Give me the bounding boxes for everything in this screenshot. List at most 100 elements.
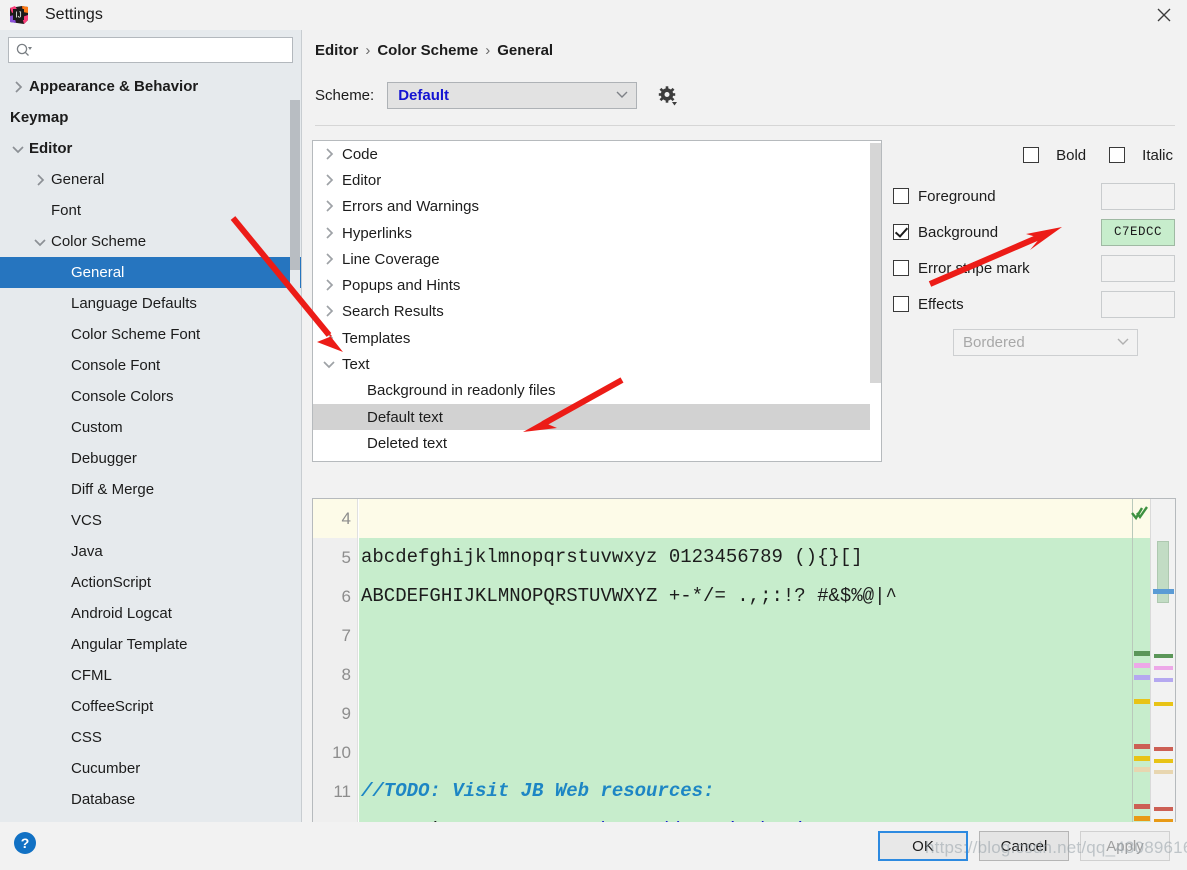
error-stripe-panel[interactable] [1132, 499, 1150, 834]
sidebar-item-language-defaults[interactable]: Language Defaults [0, 288, 301, 319]
sidebar-item-custom[interactable]: Custom [0, 412, 301, 443]
sidebar-item-color-scheme[interactable]: Color Scheme [0, 226, 301, 257]
attribute-item-editor[interactable]: Editor [313, 167, 881, 193]
help-icon[interactable]: ? [14, 832, 36, 854]
inspections-ok-icon[interactable] [1131, 505, 1149, 521]
attribute-item-default-text[interactable]: Default text [313, 403, 881, 431]
sidebar-item-cfml[interactable]: CFML [0, 660, 301, 691]
attribute-item-errors-and-warnings[interactable]: Errors and Warnings [313, 194, 881, 220]
sidebar-item-coffeescript[interactable]: CoffeeScript [0, 691, 301, 722]
attribute-item-hyperlinks[interactable]: Hyperlinks [313, 220, 881, 246]
code-line[interactable]: //TODO: Visit JB Web resources: [359, 772, 1134, 811]
bold-checkbox[interactable] [1023, 147, 1040, 163]
sidebar-item-console-font[interactable]: Console Font [0, 350, 301, 381]
sidebar-item-general[interactable]: General [0, 164, 301, 195]
foreground-checkbox[interactable] [893, 188, 909, 204]
sidebar-item-android-logcat[interactable]: Android Logcat [0, 598, 301, 629]
italic-option[interactable]: Italic [1109, 147, 1173, 164]
cancel-button[interactable]: Cancel [979, 831, 1069, 861]
gear-icon[interactable] [655, 83, 681, 109]
error-stripe-mark-checkbox[interactable] [893, 260, 909, 276]
effects-checkbox[interactable] [893, 296, 909, 312]
stripe-mark[interactable] [1134, 816, 1150, 821]
sidebar-item-css[interactable]: CSS [0, 722, 301, 753]
italic-checkbox[interactable] [1109, 147, 1126, 163]
editor-code-area[interactable]: abcdefghijklmnopqrstuvwxyz 0123456789 ()… [359, 499, 1134, 834]
breadcrumb-part[interactable]: Color Scheme [377, 42, 478, 59]
sidebar-item-label: VCS [71, 512, 102, 529]
attribute-item-templates[interactable]: Templates [313, 325, 881, 351]
sidebar-item-debugger[interactable]: Debugger [0, 443, 301, 474]
ok-button[interactable]: OK [878, 831, 968, 861]
stripe-mark[interactable] [1134, 663, 1150, 668]
code-line[interactable] [359, 694, 1134, 733]
sidebar-item-actionscript[interactable]: ActionScript [0, 567, 301, 598]
stripe-mark[interactable] [1134, 744, 1150, 749]
breadcrumb-part[interactable]: Editor [315, 42, 358, 59]
chevron-right-icon[interactable] [32, 172, 48, 188]
sidebar-item-label: CSS [71, 729, 102, 746]
error-stripe-mark-color-field[interactable] [1101, 254, 1175, 282]
code-line[interactable] [359, 655, 1134, 694]
attribute-item-background-in-readonly-files[interactable]: Background in readonly files [313, 378, 881, 404]
sidebar-item-console-colors[interactable]: Console Colors [0, 381, 301, 412]
sidebar-item-database[interactable]: Database [0, 784, 301, 815]
sidebar-item-appearance-behavior[interactable]: Appearance & Behavior [0, 71, 301, 102]
sidebar-item-cucumber[interactable]: Cucumber [0, 753, 301, 784]
chevron-right-icon[interactable] [321, 146, 338, 163]
chevron-right-icon[interactable] [321, 225, 338, 242]
breadcrumb-part[interactable]: General [497, 42, 553, 59]
color-preview-editor[interactable]: 456789101112 abcdefghijklmnopqrstuvwxyz … [312, 498, 1176, 835]
code-line[interactable]: ABCDEFGHIJKLMNOPQRSTUVWXYZ +-*/= .,;:!? … [359, 577, 1134, 616]
background-checkbox[interactable] [893, 224, 909, 240]
sidebar-item-diff-merge[interactable]: Diff & Merge [0, 474, 301, 505]
effects-type-select[interactable]: Bordered [953, 329, 1138, 356]
attributes-scrollbar-thumb[interactable] [870, 143, 881, 383]
stripe-mark[interactable] [1134, 804, 1150, 809]
stripe-mark[interactable] [1134, 767, 1150, 772]
code-line[interactable] [359, 616, 1134, 655]
stripe-mark[interactable] [1134, 699, 1150, 704]
effects-color-field[interactable] [1101, 290, 1175, 318]
sidebar-item-color-scheme-font[interactable]: Color Scheme Font [0, 319, 301, 350]
bold-option[interactable]: Bold [1023, 147, 1086, 164]
code-line[interactable]: abcdefghijklmnopqrstuvwxyz 0123456789 ()… [359, 538, 1134, 577]
chevron-right-icon[interactable] [321, 277, 338, 294]
stripe-mark[interactable] [1134, 651, 1150, 656]
code-line[interactable] [359, 733, 1134, 772]
sidebar-item-font[interactable]: Font [0, 195, 301, 226]
sidebar-item-editor[interactable]: Editor [0, 133, 301, 164]
attribute-item-line-coverage[interactable]: Line Coverage [313, 246, 881, 272]
chevron-down-icon[interactable] [32, 234, 48, 250]
sidebar-item-java[interactable]: Java [0, 536, 301, 567]
sidebar-item-vcs[interactable]: VCS [0, 505, 301, 536]
attribute-item-text[interactable]: Text [313, 351, 881, 377]
stripe-mark[interactable] [1134, 756, 1150, 761]
sidebar-item-angular-template[interactable]: Angular Template [0, 629, 301, 660]
stripe-mark[interactable] [1134, 675, 1150, 680]
close-icon[interactable] [1141, 0, 1187, 30]
chevron-right-icon[interactable] [321, 198, 338, 215]
code-line[interactable] [359, 499, 1134, 538]
attribute-item-popups-and-hints[interactable]: Popups and Hints [313, 272, 881, 298]
chevron-right-icon[interactable] [321, 303, 338, 320]
scheme-select[interactable]: Default [387, 82, 638, 109]
sidebar-item-keymap[interactable]: Keymap [0, 102, 301, 133]
attribute-item-code[interactable]: Code [313, 141, 881, 167]
foreground-color-field[interactable] [1101, 182, 1175, 210]
search-box[interactable] [8, 37, 293, 63]
chevron-right-icon[interactable] [321, 251, 338, 268]
sidebar-item-general[interactable]: General [0, 257, 301, 288]
preview-scrollbar-track[interactable] [1150, 499, 1175, 834]
background-color-field[interactable]: C7EDCC [1101, 218, 1175, 246]
attribute-item-deleted-text[interactable]: Deleted text [313, 430, 881, 456]
chevron-right-icon[interactable] [321, 330, 338, 347]
search-input[interactable] [33, 39, 292, 61]
apply-button[interactable]: Apply [1080, 831, 1170, 861]
chevron-down-icon[interactable] [321, 356, 338, 373]
sidebar-scrollbar-thumb[interactable] [290, 100, 300, 270]
chevron-down-icon[interactable] [10, 141, 26, 157]
chevron-right-icon[interactable] [10, 79, 26, 95]
attribute-item-search-results[interactable]: Search Results [313, 299, 881, 325]
chevron-right-icon[interactable] [321, 172, 338, 189]
